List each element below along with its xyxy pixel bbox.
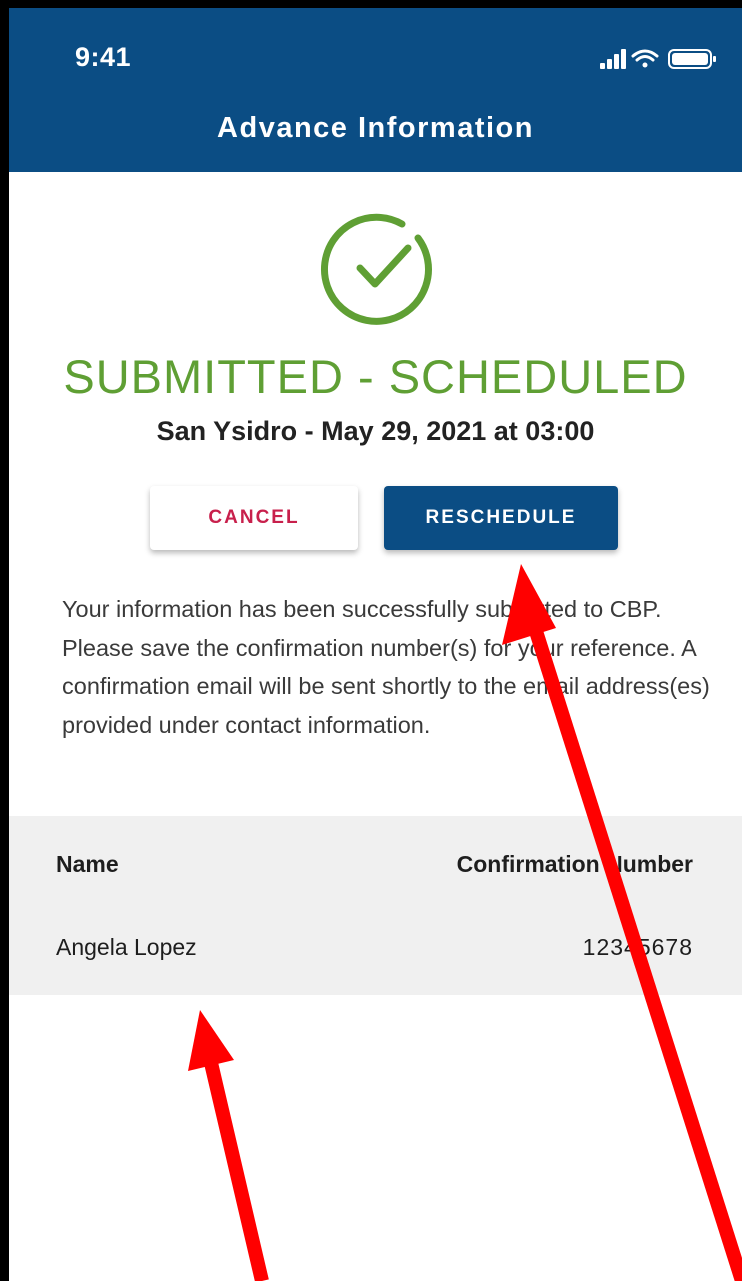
- reschedule-button[interactable]: RESCHEDULE: [384, 486, 618, 550]
- cancel-button[interactable]: CANCEL: [150, 486, 358, 550]
- frame-left-edge: [0, 0, 9, 1281]
- cellular-signal-icon: [600, 49, 626, 69]
- status-heading: SUBMITTED - SCHEDULED: [63, 350, 688, 403]
- column-header-name: Name: [56, 851, 119, 877]
- confirmation-table: Name Confirmation Number Angela Lopez 12…: [9, 816, 742, 995]
- status-time: 9:41: [75, 42, 132, 72]
- cancel-button-label: CANCEL: [208, 507, 300, 528]
- table-row-name: Angela Lopez: [56, 934, 197, 960]
- status-icons: [600, 49, 716, 69]
- screenshot-frame: 9:41 Advance Information SUBMITTED - SCH…: [0, 0, 742, 1281]
- check-circle-icon: [320, 213, 432, 325]
- battery-icon: [668, 49, 716, 69]
- app-header: 9:41 Advance Information: [9, 8, 742, 172]
- confirmation-message: Your information has been successfully s…: [62, 596, 710, 738]
- reschedule-button-label: RESCHEDULE: [425, 507, 577, 528]
- table-row-confirmation-number: 12345678: [582, 934, 693, 960]
- screen-title: Advance Information: [217, 112, 534, 144]
- wifi-icon: [631, 49, 659, 68]
- main-content: SUBMITTED - SCHEDULED San Ysidro - May 2…: [9, 172, 742, 1281]
- frame-top-edge: [0, 0, 742, 8]
- column-header-confirmation-number: Confirmation Number: [456, 851, 693, 877]
- schedule-details: San Ysidro - May 29, 2021 at 03:00: [156, 416, 595, 446]
